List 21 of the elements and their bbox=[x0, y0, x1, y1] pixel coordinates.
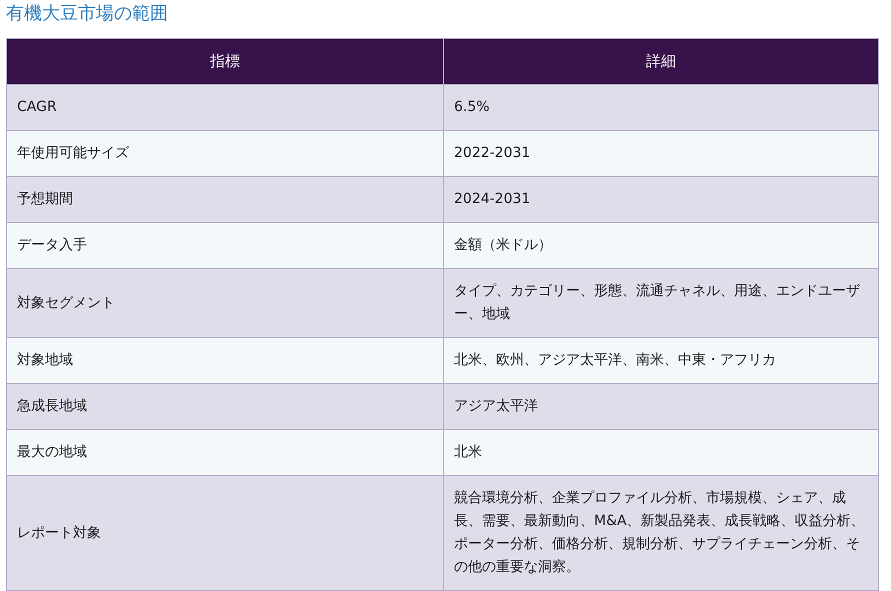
table-cell: 2022-2031 bbox=[444, 130, 878, 176]
table-cell: 急成長地域 bbox=[6, 384, 444, 430]
table-cell: 金額（米ドル） bbox=[444, 222, 878, 268]
table-cell: 対象セグメント bbox=[6, 268, 444, 338]
table-cell: 北米 bbox=[444, 430, 878, 476]
table-cell: 最大の地域 bbox=[6, 430, 444, 476]
section-title: 有機大豆市場の範囲 bbox=[6, 2, 169, 26]
column-header: 詳細 bbox=[444, 38, 878, 84]
column-header: 指標 bbox=[6, 38, 444, 84]
table-cell: レポート対象 bbox=[6, 476, 444, 590]
table-cell: 6.5% bbox=[444, 84, 878, 130]
table-cell: 予想期間 bbox=[6, 176, 444, 222]
table-cell: タイプ、カテゴリー、形態、流通チャネル、用途、エンドユーザー、地域 bbox=[444, 268, 878, 338]
table-cell: CAGR bbox=[6, 84, 444, 130]
table-cell: 対象地域 bbox=[6, 338, 444, 384]
table-cell: データ入手 bbox=[6, 222, 444, 268]
table-cell: 競合環境分析、企業プロファイル分析、市場規模、シェア、成長、需要、最新動向、M&A、新製品発表、成長戦略、収益分析、ポーター分析、価格分析、規制分析、サプライチェーン分析、その他の重要な洞察。 bbox=[444, 476, 878, 590]
table-cell: アジア太平洋 bbox=[444, 384, 878, 430]
table-cell: 年使用可能サイズ bbox=[6, 130, 444, 176]
table-cell: 2024-2031 bbox=[444, 176, 878, 222]
table-cell: 北米、欧州、アジア太平洋、南米、中東・アフリカ bbox=[444, 338, 878, 384]
